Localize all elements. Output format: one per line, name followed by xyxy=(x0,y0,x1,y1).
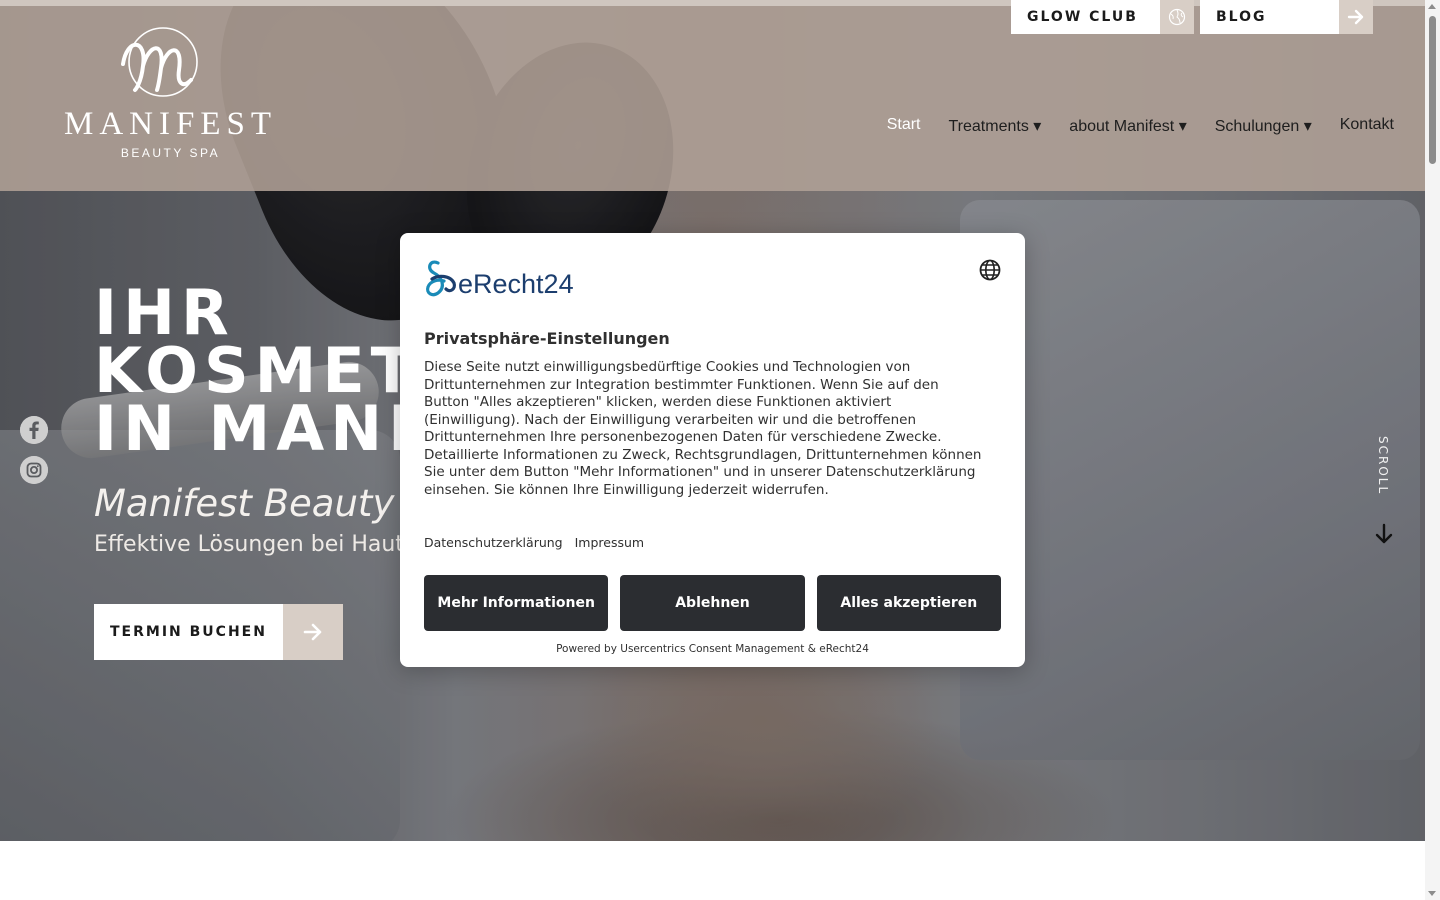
main-nav: Start Treatments ▾ about Manifest ▾ Schu… xyxy=(859,116,1394,136)
decline-button[interactable]: Ablehnen xyxy=(620,575,805,631)
privacy-policy-link[interactable]: Datenschutzerklärung xyxy=(424,535,563,550)
glow-club-label: GLOW CLUB xyxy=(1027,9,1138,25)
page-scrollbar[interactable] xyxy=(1425,0,1440,900)
scroll-up-icon[interactable] xyxy=(1428,4,1436,9)
consent-body: Diese Seite nutzt einwilligungsbedürftig… xyxy=(424,359,982,498)
more-information-button[interactable]: Mehr Informationen xyxy=(424,575,609,631)
hero-subline: Effektive Lösungen bei Haut xyxy=(94,532,404,557)
consent-dialog: eRecht24 Privatsphäre-Einstellungen Dies… xyxy=(400,233,1025,667)
arrow-right-icon xyxy=(283,604,343,660)
blog-button[interactable]: BLOG xyxy=(1200,0,1373,34)
nav-item-treatments[interactable]: Treatments ▾ xyxy=(949,116,1042,136)
consent-links: Datenschutzerklärung Impressum xyxy=(424,535,644,550)
consent-title: Privatsphäre-Einstellungen xyxy=(424,329,670,348)
instagram-icon[interactable] xyxy=(20,456,48,484)
powered-by-text: Powered by Usercentrics Consent Manageme… xyxy=(556,643,869,655)
consent-buttons: Mehr Informationen Ablehnen Alles akzept… xyxy=(424,575,1001,631)
facebook-icon[interactable] xyxy=(20,416,48,444)
book-appointment-button[interactable]: TERMIN BUCHEN xyxy=(94,604,343,660)
logo-wordmark: MANIFEST xyxy=(63,106,278,142)
arrow-right-icon xyxy=(1339,0,1373,34)
nav-item-about-manifest[interactable]: about Manifest ▾ xyxy=(1069,116,1186,136)
language-globe-icon[interactable] xyxy=(979,259,1001,281)
hero-headline: IHR KOSMET IN MANI xyxy=(94,282,419,465)
book-appointment-label: TERMIN BUCHEN xyxy=(94,604,283,660)
imprint-link[interactable]: Impressum xyxy=(575,535,644,550)
glow-club-button[interactable]: GLOW CLUB xyxy=(1011,0,1194,34)
blog-label: BLOG xyxy=(1216,9,1267,25)
nav-item-start[interactable]: Start xyxy=(887,116,921,136)
nav-item-kontakt[interactable]: Kontakt xyxy=(1340,116,1394,136)
scroll-down-icon[interactable] xyxy=(1428,891,1436,896)
site-logo[interactable]: MANIFEST BEAUTY SPA xyxy=(58,24,283,164)
logo-subtitle: BEAUTY SPA xyxy=(120,146,221,160)
logo-monogram-icon xyxy=(121,27,198,97)
globe-icon xyxy=(1160,0,1194,34)
arrow-down-icon[interactable] xyxy=(1374,523,1394,545)
scrollbar-thumb[interactable] xyxy=(1429,16,1436,164)
erecht24-logo: eRecht24 xyxy=(426,260,574,299)
scroll-label: SCROLL xyxy=(1376,436,1390,496)
accept-all-button[interactable]: Alles akzeptieren xyxy=(816,575,1001,631)
hero-tagline: Manifest Beauty xyxy=(94,482,395,525)
hero-headline-line-3: IN MANI xyxy=(94,392,418,465)
nav-item-schulungen[interactable]: Schulungen ▾ xyxy=(1215,116,1312,136)
erecht24-wordmark: eRecht24 xyxy=(458,269,574,299)
